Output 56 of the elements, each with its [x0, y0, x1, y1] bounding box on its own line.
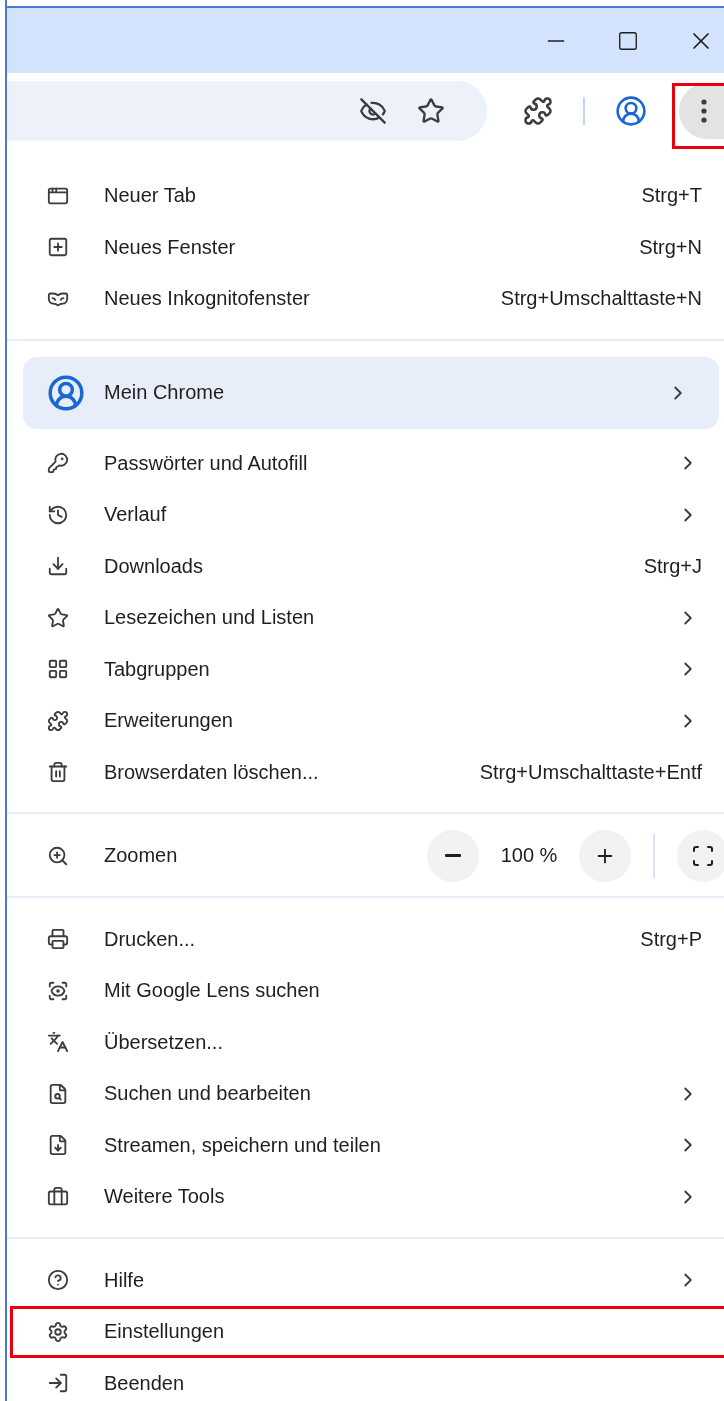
menu-item[interactable]: Neues Fenster Strg+N — [7, 221, 724, 273]
menu-item[interactable]: Passwörter und Autofill — [7, 437, 724, 489]
file-download-icon — [47, 1134, 69, 1157]
menu-item[interactable]: Beenden — [7, 1357, 724, 1401]
shortcut-text: Strg+P — [640, 927, 702, 951]
zoom-value: 100 % — [499, 844, 559, 868]
settings-icon — [47, 1320, 69, 1343]
menu-item[interactable]: Suchen und bearbeiten — [7, 1068, 724, 1120]
star-icon[interactable] — [417, 97, 445, 125]
shortcut-text: Strg+J — [643, 554, 702, 578]
profile-icon[interactable] — [615, 95, 647, 127]
menu-item[interactable]: Downloads Strg+J — [7, 540, 724, 592]
lens-icon — [47, 979, 69, 1002]
document-search-icon — [47, 1082, 69, 1105]
new-window-icon — [47, 236, 69, 259]
download-icon — [47, 555, 69, 578]
trash-icon — [47, 761, 69, 784]
puzzle-icon — [47, 709, 69, 732]
menu-item[interactable]: Verlauf — [7, 489, 724, 541]
profile-icon — [47, 373, 85, 412]
minus-icon — [445, 854, 461, 858]
zoom-icon — [47, 844, 69, 867]
menu-item[interactable]: Tabgruppen — [7, 643, 724, 695]
grid-icon — [47, 658, 69, 681]
menu-item[interactable]: Weitere Tools — [7, 1171, 724, 1223]
menu-item[interactable]: Drucken... Strg+P — [7, 913, 724, 965]
translate-icon — [47, 1031, 69, 1054]
menu-item[interactable]: Neues Inkognitofenster Strg+Umschalttaste+N — [7, 273, 724, 325]
menu-item[interactable]: Browserdaten löschen... Strg+Umschalttaste+Entf — [7, 746, 724, 798]
shortcut-text: Strg+Umschalttaste+Entf — [479, 760, 702, 784]
menu-button[interactable] — [679, 83, 724, 139]
menu-item[interactable]: Einstellungen — [7, 1306, 724, 1358]
more-icon — [701, 99, 707, 123]
key-icon — [47, 452, 69, 475]
menu-item[interactable]: Neuer Tab Strg+T — [7, 170, 724, 222]
menu-item[interactable]: Mit Google Lens suchen — [7, 965, 724, 1017]
menu-item[interactable]: Übersetzen... — [7, 1016, 724, 1068]
shortcut-text: Strg+T — [641, 184, 702, 208]
menu-item[interactable]: Erweiterungen — [7, 695, 724, 747]
help-icon — [47, 1269, 69, 1292]
puzzle-icon[interactable] — [523, 96, 553, 126]
eye-off-icon[interactable] — [359, 97, 387, 125]
toolbox-icon — [47, 1185, 69, 1208]
exit-icon — [47, 1372, 69, 1395]
menu-item[interactable]: Hilfe — [7, 1254, 724, 1306]
star-icon — [47, 606, 69, 629]
shortcut-text: Strg+Umschalttaste+N — [500, 287, 702, 311]
profile-menu-item[interactable]: Mein Chrome — [23, 356, 719, 429]
menu-item[interactable]: Lesezeichen und Listen — [7, 592, 724, 644]
shortcut-text: Strg+N — [639, 235, 702, 259]
menu-label: Zoomen — [104, 844, 178, 868]
menu-item[interactable]: Streamen, speichern und teilen — [7, 1119, 724, 1171]
fullscreen-icon — [691, 843, 715, 868]
maximize-icon[interactable] — [617, 29, 639, 52]
history-icon — [47, 503, 69, 526]
printer-icon — [47, 928, 69, 951]
